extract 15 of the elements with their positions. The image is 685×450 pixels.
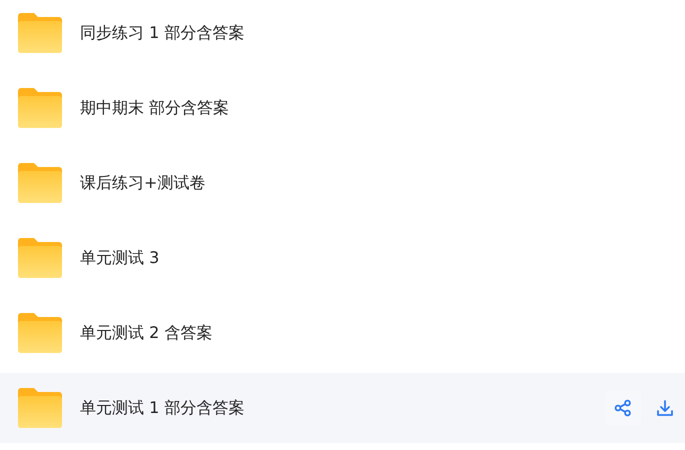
folder-name[interactable]: 期中期末 部分含答案 [80,98,685,118]
share-icon [614,399,632,417]
folder-name[interactable]: 单元测试 3 [80,248,685,268]
folder-icon [18,163,62,203]
folder-name[interactable]: 同步练习 1 部分含答案 [80,22,685,44]
folder-name[interactable]: 课后练习+测试卷 [80,172,685,194]
download-icon [656,399,674,417]
folder-name[interactable]: 单元测试 2 含答案 [80,322,685,344]
folder-name[interactable]: 单元测试 1 部分含答案 [80,398,605,418]
folder-icon [18,88,62,128]
folder-icon [18,238,62,278]
folder-row-highlight[interactable]: 单元测试 1 部分含答案 [0,373,685,443]
folder-icon [18,388,62,428]
folder-icon [18,313,62,353]
folder-icon [18,13,62,53]
